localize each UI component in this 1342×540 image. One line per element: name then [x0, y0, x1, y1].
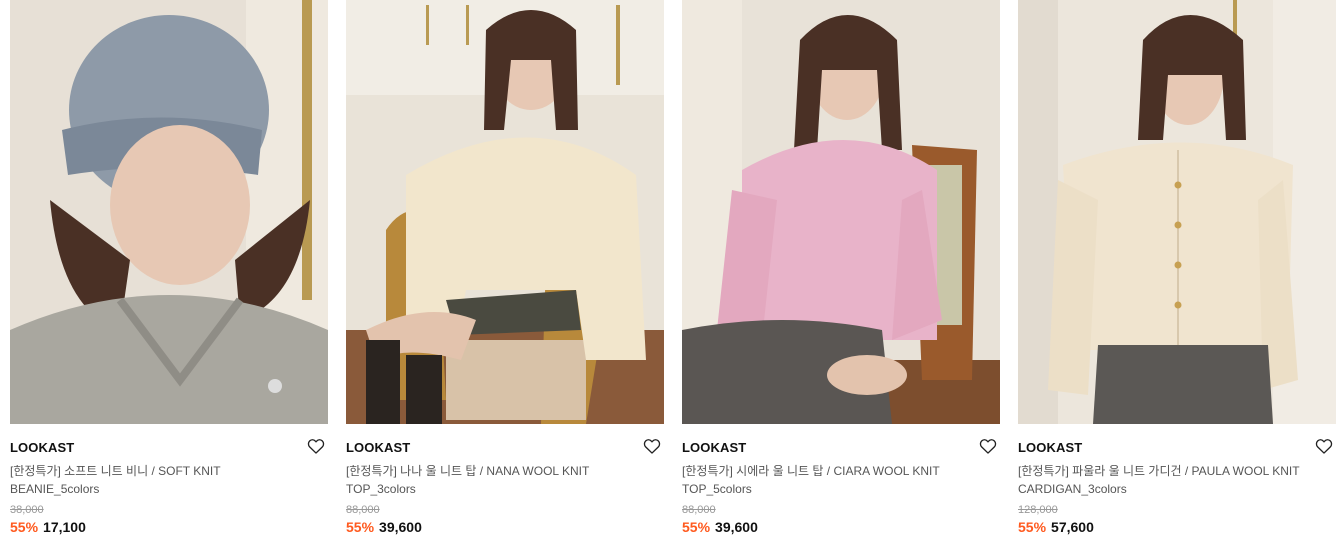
product-photo-nana-knit: [346, 0, 664, 424]
product-name[interactable]: [한정특가] 나나 울 니트 탑 / NANA WOOL KNIT TOP_3c…: [346, 462, 646, 498]
original-price: 88,000: [682, 504, 716, 516]
product-card[interactable]: LOOKAST [한정특가] 시에라 울 니트 탑 / CIARA WOOL K…: [682, 0, 1000, 540]
product-image[interactable]: [682, 0, 1000, 424]
discount-rate: 55%: [346, 519, 375, 535]
original-price: 128,000: [1018, 504, 1058, 516]
product-photo-ciara-knit: [682, 0, 1000, 424]
brand-name[interactable]: LOOKAST: [1018, 438, 1336, 458]
sale-price: 39,600: [379, 519, 422, 535]
discount-rate: 55%: [10, 519, 39, 535]
sale-price: 17,100: [43, 519, 86, 535]
product-image[interactable]: [346, 0, 664, 424]
price-row: 55% 57,600: [1018, 518, 1336, 536]
heart-outline-icon[interactable]: [306, 436, 326, 456]
product-image[interactable]: [1018, 0, 1336, 424]
original-price: 38,000: [10, 504, 44, 516]
product-card[interactable]: LOOKAST [한정특가] 파울라 울 니트 가디건 / PAULA WOOL…: [1018, 0, 1336, 540]
product-grid: LOOKAST [한정특가] 소프트 니트 비니 / SOFT KNIT BEA…: [0, 0, 1342, 540]
product-card[interactable]: LOOKAST [한정특가] 소프트 니트 비니 / SOFT KNIT BEA…: [10, 0, 328, 540]
heart-outline-icon[interactable]: [978, 436, 998, 456]
product-name[interactable]: [한정특가] 파울라 울 니트 가디건 / PAULA WOOL KNIT CA…: [1018, 462, 1318, 498]
sale-price: 57,600: [1051, 519, 1094, 535]
price-row: 55% 17,100: [10, 518, 328, 536]
product-name[interactable]: [한정특가] 소프트 니트 비니 / SOFT KNIT BEANIE_5col…: [10, 462, 310, 498]
heart-outline-icon[interactable]: [642, 436, 662, 456]
product-photo-beanie: [10, 0, 328, 424]
brand-name[interactable]: LOOKAST: [682, 438, 1000, 458]
product-card[interactable]: LOOKAST [한정특가] 나나 울 니트 탑 / NANA WOOL KNI…: [346, 0, 664, 540]
brand-name[interactable]: LOOKAST: [346, 438, 664, 458]
price-row: 55% 39,600: [346, 518, 664, 536]
sale-price: 39,600: [715, 519, 758, 535]
product-name[interactable]: [한정특가] 시에라 울 니트 탑 / CIARA WOOL KNIT TOP_…: [682, 462, 982, 498]
heart-outline-icon[interactable]: [1314, 436, 1334, 456]
discount-rate: 55%: [682, 519, 711, 535]
product-photo-paula-cardigan: [1018, 0, 1336, 424]
price-row: 55% 39,600: [682, 518, 1000, 536]
original-price: 88,000: [346, 504, 380, 516]
discount-rate: 55%: [1018, 519, 1047, 535]
brand-name[interactable]: LOOKAST: [10, 438, 328, 458]
product-image[interactable]: [10, 0, 328, 424]
